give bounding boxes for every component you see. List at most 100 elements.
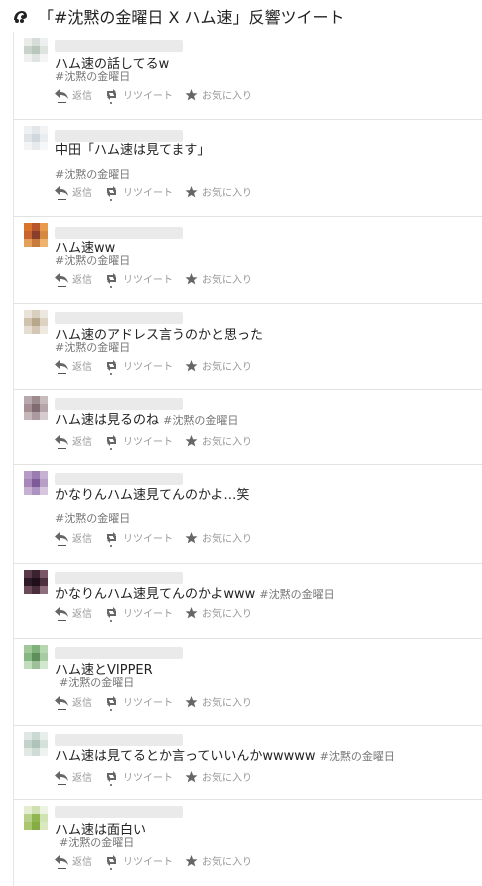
hashtag-link[interactable]: #沈黙の金曜日: [163, 414, 238, 427]
retweet-label: リツイート: [123, 362, 173, 373]
tweet-body: ハム速は見るのね: [55, 413, 160, 428]
user-name-blurred[interactable]: [55, 647, 183, 659]
retweet-count-mark: [110, 373, 112, 375]
hashtag-link[interactable]: #沈黙の金曜日: [59, 834, 134, 850]
favorite-button[interactable]: お気に入り: [185, 605, 252, 620]
eye-logo-icon: [14, 11, 27, 23]
retweet-count-mark: [110, 545, 112, 547]
tweet-item: ハム速ww #沈黙の金曜日 返信 リツイート お気に入り: [14, 217, 482, 304]
reply-label: 返信: [72, 437, 92, 448]
reply-label: 返信: [72, 857, 92, 868]
tweet-actions: 返信 リツイート お気に入り: [55, 605, 264, 622]
retweet-icon: [107, 855, 116, 866]
avatar[interactable]: [24, 126, 48, 150]
tweet-actions: 返信 リツイート お気に入り: [55, 853, 264, 870]
star-icon: [185, 695, 198, 707]
avatar[interactable]: [24, 310, 48, 334]
reply-button[interactable]: 返信: [55, 769, 92, 785]
avatar[interactable]: [24, 570, 48, 594]
tweet-item: かなりんハム速見てんのかよ…笑 #沈黙の金曜日 返信 リツイート お気に入り: [14, 465, 482, 564]
reply-button[interactable]: 返信: [55, 87, 92, 103]
reply-button[interactable]: 返信: [55, 358, 92, 374]
reply-label: 返信: [72, 188, 92, 199]
star-icon: [185, 88, 198, 100]
reply-icon: [55, 273, 68, 283]
favorite-button[interactable]: お気に入り: [185, 433, 252, 448]
reply-button[interactable]: 返信: [55, 853, 92, 869]
reply-button[interactable]: 返信: [55, 530, 92, 546]
avatar[interactable]: [24, 471, 48, 495]
retweet-label: リツイート: [123, 857, 173, 868]
favorite-button[interactable]: お気に入り: [185, 769, 252, 784]
retweet-label: リツイート: [123, 773, 173, 784]
star-icon: [185, 854, 198, 866]
retweet-label: リツイート: [123, 275, 173, 286]
hashtag-link[interactable]: #沈黙の金曜日: [55, 510, 130, 526]
retweet-icon: [107, 696, 116, 707]
favorite-button[interactable]: お気に入り: [185, 853, 252, 868]
retweet-count-mark: [110, 784, 112, 786]
reply-label: 返信: [72, 534, 92, 545]
favorite-label: お気に入り: [202, 188, 252, 199]
tweet-item: ハム速は面白い #沈黙の金曜日 返信 リツイート お気に入り: [14, 800, 482, 886]
favorite-button[interactable]: お気に入り: [185, 358, 252, 373]
hashtag-link[interactable]: #沈黙の金曜日: [59, 674, 134, 690]
user-name-blurred[interactable]: [55, 312, 183, 324]
avatar[interactable]: [24, 38, 48, 62]
hashtag-link[interactable]: #沈黙の金曜日: [259, 588, 334, 601]
reply-icon: [55, 435, 68, 445]
reply-count-mark: [58, 620, 66, 621]
avatar[interactable]: [24, 223, 48, 247]
star-icon: [185, 770, 198, 782]
retweet-button[interactable]: リツイート: [104, 853, 173, 870]
favorite-label: お気に入り: [202, 534, 252, 545]
hashtag-link[interactable]: #沈黙の金曜日: [55, 252, 130, 268]
tweet-actions: 返信 リツイート お気に入り: [55, 530, 264, 547]
retweet-button[interactable]: リツイート: [104, 358, 173, 375]
retweet-button[interactable]: リツイート: [104, 769, 173, 786]
favorite-label: お気に入り: [202, 773, 252, 784]
reply-count-mark: [58, 199, 66, 200]
avatar[interactable]: [24, 806, 48, 830]
favorite-label: お気に入り: [202, 437, 252, 448]
favorite-button[interactable]: お気に入り: [185, 530, 252, 545]
hashtag-link[interactable]: #沈黙の金曜日: [55, 339, 130, 355]
retweet-count-mark: [110, 868, 112, 870]
star-icon: [185, 359, 198, 371]
favorite-button[interactable]: お気に入り: [185, 184, 252, 199]
favorite-button[interactable]: お気に入り: [185, 694, 252, 709]
retweet-button[interactable]: リツイート: [104, 271, 173, 288]
hashtag-link[interactable]: #沈黙の金曜日: [55, 166, 130, 182]
reply-button[interactable]: 返信: [55, 271, 92, 287]
reply-button[interactable]: 返信: [55, 433, 92, 449]
retweet-count-mark: [110, 199, 112, 201]
tweet-body: かなりんハム速見てんのかよwww: [55, 587, 256, 602]
reply-icon: [55, 186, 68, 196]
retweet-button[interactable]: リツイート: [104, 605, 173, 622]
favorite-button[interactable]: お気に入り: [185, 87, 252, 102]
user-name-blurred[interactable]: [55, 40, 183, 52]
user-name-blurred[interactable]: [55, 806, 183, 818]
reply-button[interactable]: 返信: [55, 694, 92, 710]
retweet-button[interactable]: リツイート: [104, 694, 173, 711]
tweet-feed: ハム速の話してるw #沈黙の金曜日 返信 リツイート お気に入り 中田「ハム速は…: [13, 32, 482, 886]
reply-button[interactable]: 返信: [55, 184, 92, 200]
avatar[interactable]: [24, 645, 48, 669]
retweet-button[interactable]: リツイート: [104, 184, 173, 201]
retweet-button[interactable]: リツイート: [104, 530, 173, 547]
tweet-body: ハム速は見てるとか言っていいんかwwwww: [55, 749, 316, 764]
favorite-button[interactable]: お気に入り: [185, 271, 252, 286]
hashtag-link[interactable]: #沈黙の金曜日: [320, 750, 395, 763]
reply-button[interactable]: 返信: [55, 605, 92, 621]
avatar[interactable]: [24, 396, 48, 420]
retweet-button[interactable]: リツイート: [104, 87, 173, 104]
hashtag-link[interactable]: #沈黙の金曜日: [55, 68, 130, 84]
retweet-icon: [107, 607, 116, 618]
retweet-label: リツイート: [123, 609, 173, 620]
tweet-text: 中田「ハム速は見てます」: [55, 143, 211, 158]
avatar[interactable]: [24, 732, 48, 756]
retweet-button[interactable]: リツイート: [104, 433, 173, 450]
retweet-icon: [107, 186, 116, 197]
tweet-actions: 返信 リツイート お気に入り: [55, 358, 264, 375]
retweet-label: リツイート: [123, 437, 173, 448]
